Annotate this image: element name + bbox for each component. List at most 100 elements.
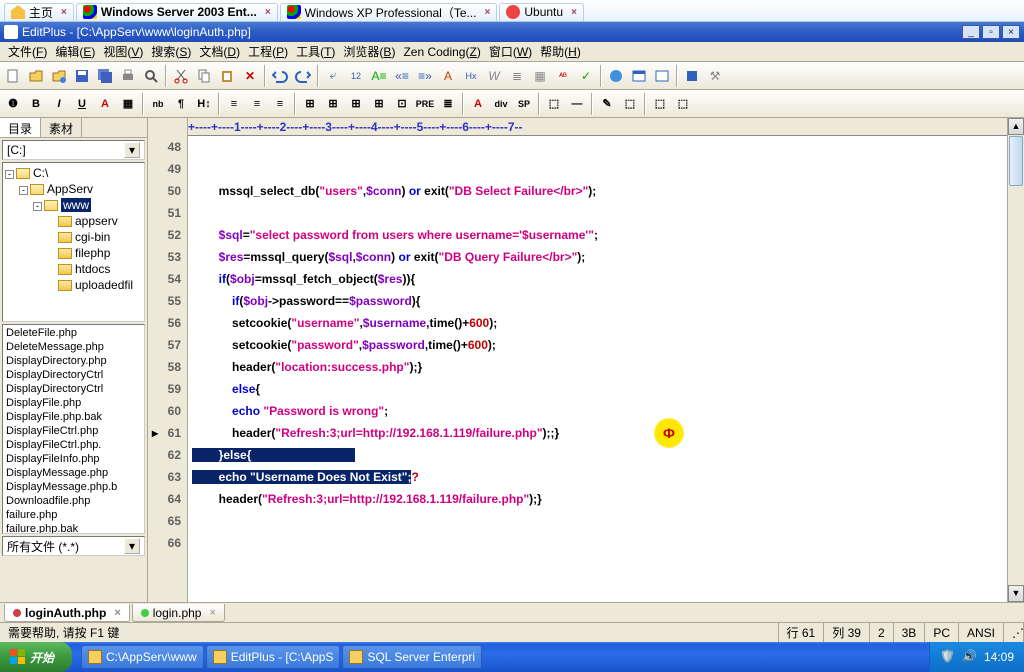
dropdown-icon[interactable]: ▾: [124, 538, 140, 554]
file-item[interactable]: DisplayFile.php: [4, 396, 143, 410]
dropdown-icon[interactable]: ▾: [124, 142, 140, 158]
menu-h[interactable]: 帮助(H): [536, 41, 585, 62]
document-tab[interactable]: loginAuth.php×: [4, 604, 130, 622]
editor[interactable]: +----+----1----+----2----+----3----+----…: [148, 118, 1024, 602]
close-tab-icon[interactable]: ×: [61, 7, 67, 18]
html-tool-button[interactable]: ⊞: [322, 93, 344, 115]
code-line[interactable]: echo "Password is wrong";: [188, 400, 1007, 422]
find-button[interactable]: A: [437, 65, 459, 87]
indent-left-button[interactable]: «≡: [391, 65, 413, 87]
minimize-button[interactable]: _: [962, 25, 980, 39]
browser-button[interactable]: [605, 65, 627, 87]
html-tool-button[interactable]: SP: [513, 93, 535, 115]
code-line[interactable]: setcookie("password",$password,time()+60…: [188, 334, 1007, 356]
code-line[interactable]: header("location:success.php");}: [188, 356, 1007, 378]
close-tab-icon[interactable]: ×: [265, 7, 271, 18]
taskbar-item[interactable]: EditPlus - [C:\AppS: [206, 645, 341, 669]
file-item[interactable]: failure.php.bak: [4, 522, 143, 534]
html-tool-button[interactable]: ❶: [2, 93, 24, 115]
tree-node[interactable]: -www: [5, 197, 142, 213]
code-line[interactable]: if($obj=mssql_fetch_object($res)){: [188, 268, 1007, 290]
delete-button[interactable]: ✕: [239, 65, 261, 87]
file-item[interactable]: DisplayFileInfo.php: [4, 452, 143, 466]
file-item[interactable]: DisplayFileCtrl.php.: [4, 438, 143, 452]
menu-f[interactable]: 文件(F): [4, 41, 51, 62]
directory-button[interactable]: [651, 65, 673, 87]
file-item[interactable]: Downloadfile.php: [4, 494, 143, 508]
toggle-button[interactable]: ▦: [529, 65, 551, 87]
html-tool-button[interactable]: ⬚: [619, 93, 641, 115]
close-tab-icon[interactable]: ×: [209, 607, 215, 619]
tree-node[interactable]: uploadedfil: [5, 277, 142, 293]
tree-node[interactable]: htdocs: [5, 261, 142, 277]
close-tab-icon[interactable]: ×: [485, 7, 491, 18]
code-line[interactable]: [188, 202, 1007, 224]
file-item[interactable]: DisplayFileCtrl.php: [4, 424, 143, 438]
file-item[interactable]: DeleteMessage.php: [4, 340, 143, 354]
html-tool-button[interactable]: nb: [147, 93, 169, 115]
menu-b[interactable]: 浏览器(B): [339, 41, 399, 62]
settings-button[interactable]: [681, 65, 703, 87]
preview-button[interactable]: [140, 65, 162, 87]
html-tool-button[interactable]: H↕: [193, 93, 215, 115]
taskbar-item[interactable]: SQL Server Enterpri: [342, 645, 482, 669]
resize-grip[interactable]: ⋰: [1004, 623, 1024, 642]
html-tool-button[interactable]: ⬚: [649, 93, 671, 115]
menu-z[interactable]: Zen Coding(Z): [399, 43, 484, 61]
html-tool-button[interactable]: ⬚: [543, 93, 565, 115]
file-list[interactable]: DeleteFile.phpDeleteMessage.phpDisplayDi…: [2, 324, 145, 534]
file-item[interactable]: DisplayDirectory.php: [4, 354, 143, 368]
save-all-button[interactable]: [94, 65, 116, 87]
undo-button[interactable]: [269, 65, 291, 87]
expand-icon[interactable]: -: [5, 170, 14, 179]
host-tab[interactable]: Windows XP Professional（Te...×: [280, 3, 498, 21]
start-button[interactable]: 开始: [0, 642, 72, 672]
sidebar-tab[interactable]: 目录: [0, 118, 41, 137]
scroll-down-button[interactable]: ▼: [1008, 585, 1024, 602]
spellcheck-button[interactable]: A≡: [368, 65, 390, 87]
tree-node[interactable]: filephp: [5, 245, 142, 261]
html-tool-button[interactable]: ⬚: [672, 93, 694, 115]
html-tool-button[interactable]: ≡: [246, 93, 268, 115]
html-tool-button[interactable]: ≣: [437, 93, 459, 115]
html-tool-button[interactable]: ⊡: [391, 93, 413, 115]
host-tab[interactable]: Ubuntu×: [499, 3, 584, 21]
cut-button[interactable]: [170, 65, 192, 87]
html-tool-button[interactable]: I: [48, 93, 70, 115]
html-tool-button[interactable]: ▦: [117, 93, 139, 115]
indent-right-button[interactable]: ≡»: [414, 65, 436, 87]
code-line[interactable]: header("Refresh:3;url=http://192.168.1.1…: [188, 488, 1007, 510]
vertical-scrollbar[interactable]: ▲ ▼: [1007, 118, 1024, 602]
system-tray[interactable]: 🛡️ 🔊 14:09: [929, 642, 1024, 672]
tray-icon[interactable]: 🛡️: [940, 649, 956, 665]
clock[interactable]: 14:09: [984, 650, 1014, 664]
html-tool-button[interactable]: B: [25, 93, 47, 115]
code-line[interactable]: mssql_select_db("users",$conn) or exit("…: [188, 180, 1007, 202]
code-line[interactable]: [188, 510, 1007, 532]
menu-e[interactable]: 编辑(E): [51, 41, 99, 62]
html-tool-button[interactable]: ≡: [269, 93, 291, 115]
file-item[interactable]: DisplayFile.php.bak: [4, 410, 143, 424]
numbers-button[interactable]: 12: [345, 65, 367, 87]
scroll-thumb[interactable]: [1009, 136, 1023, 186]
document-tab[interactable]: login.php×: [132, 604, 225, 622]
tree-node[interactable]: appserv: [5, 213, 142, 229]
html-tool-button[interactable]: A: [467, 93, 489, 115]
code-area[interactable]: mssql_select_db("users",$conn) or exit("…: [188, 118, 1007, 602]
host-tab[interactable]: 主页×: [4, 3, 74, 21]
tree-node[interactable]: -C:\: [5, 165, 142, 181]
window-button[interactable]: [628, 65, 650, 87]
expand-icon[interactable]: -: [33, 202, 42, 211]
open-remote-button[interactable]: [48, 65, 70, 87]
tree-node[interactable]: -AppServ: [5, 181, 142, 197]
save-button[interactable]: [71, 65, 93, 87]
expand-icon[interactable]: -: [19, 186, 28, 195]
html-tool-button[interactable]: ✎: [596, 93, 618, 115]
maximize-button[interactable]: ▫: [982, 25, 1000, 39]
code-line[interactable]: if($obj->password==$password){: [188, 290, 1007, 312]
html-tool-button[interactable]: U: [71, 93, 93, 115]
file-item[interactable]: DisplayDirectoryCtrl: [4, 382, 143, 396]
code-line[interactable]: echo "Username Does Not Exist";?: [188, 466, 1007, 488]
html-tool-button[interactable]: ≡: [223, 93, 245, 115]
drive-selector[interactable]: [C:] ▾: [2, 140, 145, 160]
